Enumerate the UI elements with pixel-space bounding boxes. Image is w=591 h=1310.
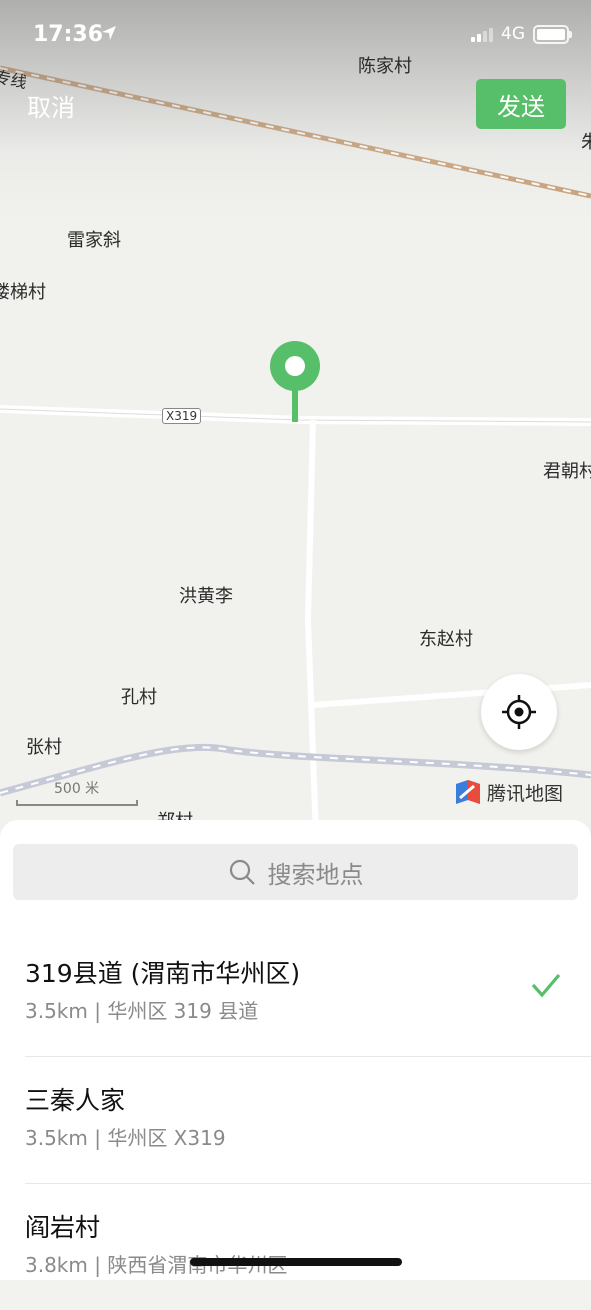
result-title: 阎岩村 xyxy=(25,1213,101,1242)
tencent-map-logo-icon xyxy=(456,780,480,804)
results-list: 319县道 (渭南市华州区) 3.5km | 华州区 319 县道 三秦人家 3… xyxy=(0,930,591,1310)
cancel-button[interactable]: 取消 xyxy=(27,88,75,123)
search-placeholder: 搜索地点 xyxy=(267,860,364,889)
list-item[interactable]: 319县道 (渭南市华州区) 3.5km | 华州区 319 县道 xyxy=(25,930,591,1057)
place-label: 雷家斜 xyxy=(67,230,121,251)
place-label: 楼梯村 xyxy=(0,282,46,303)
battery-icon xyxy=(533,24,572,44)
result-subtitle: 3.5km | 华州区 X319 xyxy=(25,1126,226,1150)
road-label: X319 xyxy=(162,408,202,424)
brand-label: 腾讯地图 xyxy=(487,782,564,805)
status-bar: 17:36 4G xyxy=(0,0,591,70)
result-title: 319县道 (渭南市华州区) xyxy=(25,959,301,988)
signal-icon xyxy=(471,26,493,42)
checkmark-icon xyxy=(531,973,561,998)
place-label: 洪黄李 xyxy=(179,586,233,607)
my-location-button[interactable] xyxy=(481,674,557,750)
location-arrow-icon xyxy=(102,26,116,40)
map-scale: 500 米 xyxy=(16,778,138,806)
place-label: 孔村 xyxy=(121,687,157,708)
network-type: 4G xyxy=(501,24,525,44)
result-subtitle: 3.5km | 华州区 319 县道 xyxy=(25,999,259,1023)
scale-bar xyxy=(16,800,138,806)
place-label: 朱 xyxy=(581,132,591,153)
status-indicators: 4G xyxy=(471,24,572,44)
location-pin-icon xyxy=(270,341,320,422)
crosshair-icon xyxy=(502,695,536,729)
list-item[interactable]: 三秦人家 3.5km | 华州区 X319 xyxy=(25,1057,591,1184)
status-time: 17:36 xyxy=(33,22,104,47)
result-title: 三秦人家 xyxy=(25,1086,126,1115)
place-label: 东赵村 xyxy=(419,629,473,650)
search-icon xyxy=(229,859,255,885)
map-brand: 腾讯地图 xyxy=(454,778,563,806)
scale-label: 500 米 xyxy=(54,781,100,797)
place-label: 张村 xyxy=(26,737,62,758)
location-sheet: 搜索地点 319县道 (渭南市华州区) 3.5km | 华州区 319 县道 三… xyxy=(0,820,591,1280)
search-input[interactable]: 搜索地点 xyxy=(13,844,578,900)
list-item[interactable]: 阎岩村 3.8km | 陕西省渭南市华州区 xyxy=(25,1184,591,1310)
home-indicator[interactable] xyxy=(190,1258,402,1266)
send-button[interactable]: 发送 xyxy=(476,79,566,129)
place-label: 君朝村 xyxy=(543,461,591,482)
